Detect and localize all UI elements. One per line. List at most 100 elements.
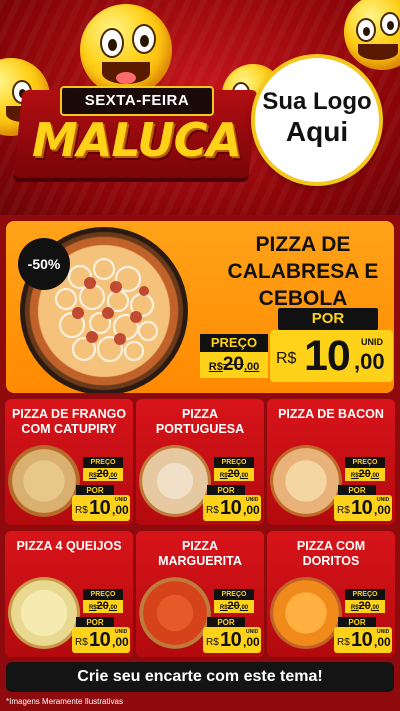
card-unit: UNID: [115, 497, 128, 503]
card-old-cents: ,00: [370, 605, 380, 611]
card-new-price: R$ 10 ,00 UNID: [203, 627, 261, 653]
create-flyer-button[interactable]: Crie seu encarte com este tema!: [6, 662, 394, 692]
card-title: PIZZA MARGUERITA: [158, 539, 242, 568]
card-price-cents: ,00: [374, 503, 391, 517]
card-new-price: R$ 10 ,00 UNID: [203, 495, 261, 521]
new-currency: R$: [276, 350, 297, 367]
card-old-cents: ,00: [239, 473, 249, 479]
card-price-int: 10: [89, 497, 111, 519]
card-new-price: R$ 10 ,00 UNID: [72, 495, 130, 521]
card-old-price: R$20,00: [214, 600, 254, 613]
card-unit: UNID: [246, 497, 259, 503]
card-old-currency: R$: [219, 473, 228, 479]
card-price-int: 10: [89, 629, 111, 651]
featured-title-line: PIZZA DE: [255, 233, 351, 256]
card-title: PIZZA 4 QUEIJOS: [16, 539, 122, 553]
card-new-price: R$ 10 ,00 UNID: [334, 627, 392, 653]
banner-main-title: MALUCA: [32, 113, 242, 167]
card-new-price: R$ 10 ,00 UNID: [72, 627, 130, 653]
card-currency: R$: [206, 505, 219, 516]
card-price-cents: ,00: [243, 503, 260, 517]
card-old-int: 20: [96, 468, 109, 480]
doritos-pizza-image: [270, 577, 342, 649]
product-card-marguerita[interactable]: PIZZA MARGUERITA PREÇO R$20,00 POR R$ 10…: [136, 531, 264, 657]
card-old-currency: R$: [350, 605, 359, 611]
bacon-pizza-image: [270, 445, 342, 517]
product-card-frango[interactable]: PIZZA DE FRANGO COM CATUPIRY PREÇO R$20,…: [5, 399, 133, 525]
card-old-int: 20: [227, 468, 240, 480]
sexta-feira-maluca-banner: SEXTA-FEIRA MALUCA: [13, 78, 258, 190]
card-old-cents: ,00: [370, 473, 380, 479]
card-currency: R$: [337, 505, 350, 516]
card-new-price: R$ 10 ,00 UNID: [334, 495, 392, 521]
product-card-4-queijos[interactable]: PIZZA 4 QUEIJOS PREÇO R$20,00 POR R$ 10 …: [5, 531, 133, 657]
unit-label: UNID: [361, 337, 383, 347]
card-preco-label: PREÇO: [83, 589, 123, 600]
card-old-price: R$20,00: [83, 468, 123, 481]
frango-pizza-image: [8, 445, 80, 517]
emoji-eye: [380, 12, 400, 36]
card-price-int: 10: [351, 629, 373, 651]
disclaimer: *Imagens Meramente Ilustrativas: [6, 697, 123, 706]
card-unit: UNID: [115, 629, 128, 635]
card-currency: R$: [337, 637, 350, 648]
card-unit: UNID: [246, 629, 259, 635]
card-preco-label: PREÇO: [214, 457, 254, 468]
old-currency: R$: [208, 361, 223, 373]
card-old-int: 20: [358, 600, 371, 612]
card-old-currency: R$: [88, 473, 97, 479]
product-card-bacon[interactable]: PIZZA DE BACON PREÇO R$20,00 POR R$ 10 ,…: [267, 399, 395, 525]
card-currency: R$: [75, 637, 88, 648]
featured-offer[interactable]: -50% PIZZA DE CALABRESA E CEBOLA POR PRE…: [6, 221, 394, 393]
emoji-eye: [356, 18, 376, 42]
por-label: POR: [278, 308, 378, 330]
old-price-cents: ,00: [243, 361, 260, 373]
emoji-eye: [100, 28, 124, 58]
card-preco-label: PREÇO: [214, 589, 254, 600]
card-old-price: R$20,00: [345, 468, 385, 481]
card-title: PIZZA PORTUGUESA: [155, 407, 245, 436]
product-card-portuguesa[interactable]: PIZZA PORTUGUESA PREÇO R$20,00 POR R$ 10…: [136, 399, 264, 525]
card-price-cents: ,00: [374, 635, 391, 649]
card-old-currency: R$: [219, 605, 228, 611]
queijos-pizza-image: [8, 577, 80, 649]
logo-line-2: Aqui: [285, 116, 349, 147]
featured-title: PIZZA DE CALABRESA E CEBOLA: [214, 231, 392, 312]
card-title: PIZZA DE BACON: [278, 407, 384, 421]
old-price: R$20,00: [200, 352, 268, 378]
card-price-cents: ,00: [243, 635, 260, 649]
header: SEXTA-FEIRA MALUCA Sua Logo Aqui: [0, 0, 400, 215]
logo-placeholder[interactable]: Sua Logo Aqui: [255, 58, 379, 182]
old-price-int: 20: [222, 354, 244, 375]
card-old-cents: ,00: [108, 605, 118, 611]
card-old-currency: R$: [88, 605, 97, 611]
new-price-int: 10: [304, 332, 351, 380]
portuguesa-pizza-image: [139, 445, 211, 517]
discount-badge: -50%: [18, 238, 70, 290]
card-old-cents: ,00: [239, 605, 249, 611]
new-price-cents: ,00: [354, 349, 385, 374]
emoji-mouth: [358, 44, 398, 60]
card-unit: UNID: [377, 629, 390, 635]
card-price-int: 10: [220, 497, 242, 519]
card-old-int: 20: [358, 468, 371, 480]
card-title: PIZZA COM DORITOS: [296, 539, 366, 568]
marguerita-pizza-image: [139, 577, 211, 649]
card-currency: R$: [75, 505, 88, 516]
card-old-price: R$20,00: [83, 600, 123, 613]
card-price-int: 10: [220, 629, 242, 651]
card-preco-label: PREÇO: [83, 457, 123, 468]
card-price-int: 10: [351, 497, 373, 519]
new-price: R$ 10 ,00 UNID: [270, 330, 393, 382]
card-old-currency: R$: [350, 473, 359, 479]
card-title: PIZZA DE FRANGO COM CATUPIRY: [11, 407, 127, 436]
emoji-eye: [132, 24, 156, 54]
product-card-doritos[interactable]: PIZZA COM DORITOS PREÇO R$20,00 POR R$ 1…: [267, 531, 395, 657]
card-preco-label: PREÇO: [345, 589, 385, 600]
featured-title-line: CALABRESA E: [227, 260, 379, 283]
card-currency: R$: [206, 637, 219, 648]
card-old-int: 20: [96, 600, 109, 612]
card-unit: UNID: [377, 497, 390, 503]
preco-label: PREÇO: [200, 334, 268, 352]
card-price-cents: ,00: [112, 635, 129, 649]
